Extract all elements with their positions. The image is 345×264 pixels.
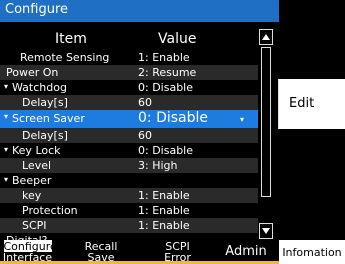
softkey-bar: Configure Interface Recall Save SCPI Err… (0, 240, 345, 264)
expand-arrow-icon[interactable]: ▾ (4, 112, 8, 121)
row-power-on[interactable]: Power On 2: Resume (0, 65, 258, 80)
row-label: Beeper (12, 174, 52, 187)
expand-arrow-icon[interactable]: ▾ (4, 82, 8, 91)
row-label: Remote Sensing (20, 51, 110, 64)
configure-screen: Configure Item Value Remote Sensing 1: E… (0, 0, 345, 264)
edit-button-label: Edit (289, 96, 315, 111)
row-key-lock[interactable]: ▾ Key Lock 0: Disable (0, 143, 258, 158)
table-header: Item Value (0, 30, 258, 50)
row-watchdog[interactable]: ▾ Watchdog 0: Disable (0, 80, 258, 95)
row-value: 60 (138, 129, 152, 142)
row-remote-sensing[interactable]: Remote Sensing 1: Enable (0, 50, 258, 65)
softkey-information[interactable]: Infomation (279, 240, 345, 264)
row-beeper[interactable]: ▾ Beeper (0, 173, 258, 188)
row-label: key (22, 189, 42, 202)
row-beeper-protection[interactable]: Protection 1: Enable (0, 203, 258, 218)
row-value: 1: Enable (138, 51, 190, 64)
row-value: 0: Disable (138, 81, 194, 94)
row-beeper-key[interactable]: key 1: Enable (0, 188, 258, 203)
row-label: SCPI (22, 219, 47, 232)
row-label: Watchdog (12, 81, 67, 94)
row-screen-saver[interactable]: ▾ Screen Saver 0: Disable ▾ (0, 110, 258, 128)
softkey-label: Admin (225, 244, 267, 259)
row-value: 3: High (138, 159, 178, 172)
scrollbar-thumb[interactable] (261, 47, 271, 197)
row-value: 2: Resume (138, 66, 197, 79)
scroll-up-button[interactable] (259, 29, 273, 45)
row-beeper-scpi[interactable]: SCPI 1: Enable (0, 218, 258, 233)
edit-button[interactable]: Edit (278, 79, 345, 129)
row-screen-saver-delay[interactable]: Delay[s] 60 (0, 128, 258, 143)
row-label: Protection (22, 204, 78, 217)
chevron-down-icon[interactable]: ▾ (240, 115, 244, 124)
title-bar: Configure (0, 0, 279, 22)
row-label: Screen Saver (12, 112, 85, 125)
column-header-item: Item (55, 31, 87, 47)
expand-arrow-icon[interactable]: ▾ (4, 145, 8, 154)
settings-list: Remote Sensing 1: Enable Power On 2: Res… (0, 50, 258, 243)
row-value: 0: Disable (138, 144, 194, 157)
select-value: 0: Disable (138, 110, 209, 126)
row-label: Power On (6, 66, 59, 79)
column-header-value: Value (158, 31, 197, 47)
screen-saver-select[interactable]: 0: Disable ▾ (132, 110, 252, 128)
row-value: 1: Enable (138, 204, 190, 217)
row-label: Level (22, 159, 52, 172)
softkey-label: Infomation (282, 246, 342, 259)
row-key-lock-level[interactable]: Level 3: High (0, 158, 258, 173)
row-value: 1: Enable (138, 219, 190, 232)
page-title: Configure (5, 2, 69, 17)
row-value: 1: Enable (138, 189, 190, 202)
row-label: Delay[s] (22, 96, 68, 109)
row-label: Delay[s] (22, 129, 68, 142)
row-watchdog-delay[interactable]: Delay[s] 60 (0, 95, 258, 110)
scroll-down-button[interactable] (259, 223, 273, 239)
expand-arrow-icon[interactable]: ▾ (4, 175, 8, 184)
row-value: 60 (138, 96, 152, 109)
row-label: Key Lock (12, 144, 61, 157)
